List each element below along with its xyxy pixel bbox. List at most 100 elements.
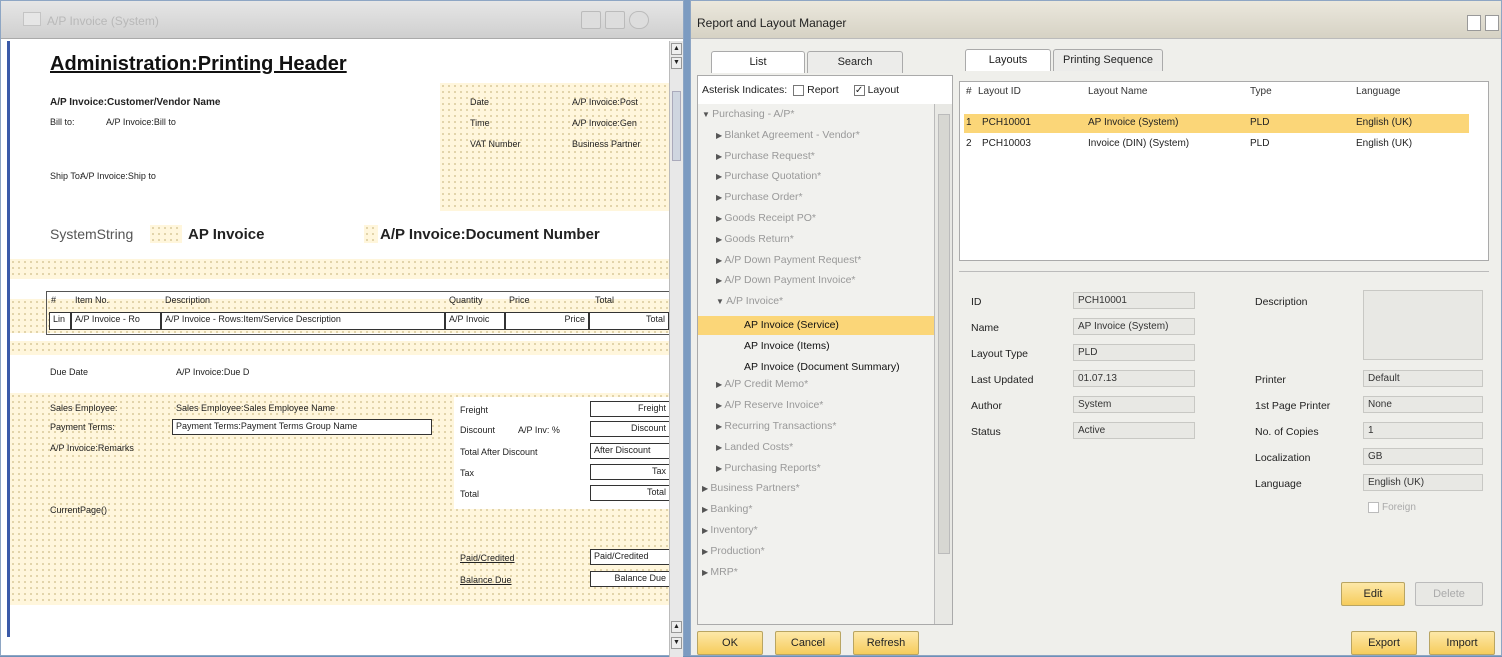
copies-field[interactable]: 1 [1363,422,1483,439]
maximize-button[interactable] [605,11,625,29]
name-field: AP Invoice (System) [1073,318,1195,335]
scroll-thumb[interactable] [672,91,681,161]
table-row[interactable]: 2 PCH10003 Invoice (DIN) (System) PLD En… [964,135,1469,154]
layout-tree[interactable]: ▼ Purchasing - A/P* ▶ Blanket Agreement -… [698,104,934,624]
localization-field[interactable]: GB [1363,448,1483,465]
ok-button[interactable]: OK [697,631,763,655]
tree-item[interactable]: ▶ Purchase Order* [716,191,803,203]
edit-button[interactable]: Edit [1341,582,1405,606]
row-item-field[interactable]: A/P Invoice - Ro [71,312,161,330]
expanded-arrow-icon[interactable]: ▼ [702,110,712,119]
balance-field[interactable]: Balance Due [590,571,670,587]
tree-item[interactable]: AP Invoice (Items) [698,337,934,356]
expanded-arrow-icon[interactable]: ▼ [716,297,726,306]
tree-item[interactable]: ▼ A/P Invoice* [716,295,783,307]
payment-terms-field[interactable]: Payment Terms:Payment Terms Group Name [172,419,432,435]
tree-item[interactable]: ▶ Blanket Agreement - Vendor* [716,129,860,141]
minimize-button[interactable] [581,11,601,29]
layouts-grid[interactable]: # Layout ID Layout Name Type Language 1 … [959,81,1489,261]
paid-field[interactable]: Paid/Credited [590,549,670,565]
tree-item[interactable]: ▶ Banking* [702,503,752,515]
scroll-page-down-icon[interactable]: ▼ [671,637,682,649]
row-line-field[interactable]: Lin [49,312,71,330]
layout-canvas[interactable]: Administration:Printing Header A/P Invoi… [7,41,670,637]
due-date-field[interactable]: A/P Invoice:Due D [176,367,249,377]
minimize-icon[interactable] [1467,15,1481,31]
grid-header-layout-id: Layout ID [978,86,1021,97]
tree-item[interactable]: ▶ A/P Down Payment Request* [716,254,861,266]
discount-pct-field[interactable]: A/P Inv: % [518,425,560,435]
tree-scrollbar[interactable] [934,104,952,624]
tree-item[interactable]: ▶ Recurring Transactions* [716,420,836,432]
refresh-button[interactable]: Refresh [853,631,919,655]
total-field[interactable]: Total [590,485,670,501]
tree-item[interactable]: ▶ Goods Receipt PO* [716,212,816,224]
report-checkbox[interactable] [793,84,805,96]
tree-item[interactable]: ▶ MRP* [702,566,738,578]
layout-checkbox[interactable]: ✓ [853,84,865,96]
freight-field[interactable]: Freight [590,401,670,417]
description-field[interactable] [1363,290,1483,360]
designer-vertical-scrollbar[interactable]: ▲ ▼ ▲ ▼ [669,41,683,657]
remarks-field[interactable]: A/P Invoice:Remarks [50,443,134,453]
vat-field[interactable]: Business Partner [572,139,641,149]
import-button[interactable]: Import [1429,631,1495,655]
language-field[interactable]: English (UK) [1363,474,1483,491]
sales-employee-field[interactable]: Sales Employee:Sales Employee Name [176,403,335,413]
scroll-up-icon[interactable]: ▲ [671,43,682,55]
customer-name-field[interactable]: A/P Invoice:Customer/Vendor Name [50,97,220,108]
tree-item[interactable]: ▶ Purchase Request* [716,150,815,162]
tab-search[interactable]: Search [807,51,903,73]
tree-item[interactable]: ▶ A/P Reserve Invoice* [716,399,823,411]
tree-item[interactable]: ▼ Purchasing - A/P* [702,108,794,120]
discount-label: Discount [460,425,496,435]
tree-item[interactable]: ▶ A/P Credit Memo* [716,378,808,390]
system-string-field[interactable]: SystemString [50,226,133,242]
bill-to-field[interactable]: A/P Invoice:Bill to [106,117,176,127]
tax-field[interactable]: Tax [590,464,670,480]
row-total-field[interactable]: Total [589,312,669,330]
export-button[interactable]: Export [1351,631,1417,655]
tree-scroll-thumb[interactable] [938,114,950,554]
tree-item-label: A/P Reserve Invoice* [724,399,824,412]
row-price-field[interactable]: Price [505,312,589,330]
row-quantity-field[interactable]: A/P Invoic [445,312,505,330]
maximize-icon[interactable] [1485,15,1499,31]
tree-item[interactable]: ▶ Purchasing Reports* [716,462,821,474]
ship-to-field[interactable]: A/P Invoice:Ship to [80,171,156,181]
cancel-button[interactable]: Cancel [775,631,841,655]
tree-item[interactable]: ▶ Business Partners* [702,482,800,494]
close-button[interactable] [629,11,649,29]
time-field[interactable]: A/P Invoice:Gen [572,118,637,128]
total-after-discount-field[interactable]: After Discount [590,443,670,459]
document-title[interactable]: AP Invoice [188,226,264,243]
printer-field[interactable]: Default [1363,370,1483,387]
printer-label: Printer [1255,374,1286,386]
row-type: PLD [1250,117,1270,128]
tree-item-label: Purchasing - A/P* [712,108,795,120]
delete-button[interactable]: Delete [1415,582,1483,606]
discount-field[interactable]: Discount [590,421,670,437]
language-label: Language [1255,478,1302,490]
tree-item[interactable]: AP Invoice (Document Summary) [698,358,934,377]
current-page-field[interactable]: CurrentPage() [50,505,107,515]
tab-layouts[interactable]: Layouts [965,49,1051,71]
document-number[interactable]: A/P Invoice:Document Number [380,226,600,243]
tree-item[interactable]: ▶ Goods Return* [716,233,794,245]
tab-list[interactable]: List [711,51,805,73]
first-page-printer-field[interactable]: None [1363,396,1483,413]
tab-printing-sequence[interactable]: Printing Sequence [1053,49,1163,71]
tree-item[interactable]: AP Invoice (Service) [698,316,934,335]
scroll-page-up-icon[interactable]: ▲ [671,621,682,633]
table-row[interactable]: 1 PCH10001 AP Invoice (System) PLD Engli… [964,114,1469,133]
manager-title-bar: Report and Layout Manager [691,1,1501,39]
row-description-field[interactable]: A/P Invoice - Rows:Item/Service Descript… [161,312,445,330]
tree-item[interactable]: ▶ Inventory* [702,524,758,536]
tree-item[interactable]: ▶ Production* [702,545,765,557]
tree-item[interactable]: ▶ Landed Costs* [716,441,793,453]
tree-item[interactable]: ▶ A/P Down Payment Invoice* [716,274,856,286]
tree-item[interactable]: ▶ Purchase Quotation* [716,170,821,182]
date-field[interactable]: A/P Invoice:Post [572,97,638,107]
foreign-checkbox[interactable] [1368,502,1379,513]
scroll-down-icon[interactable]: ▼ [671,57,682,69]
